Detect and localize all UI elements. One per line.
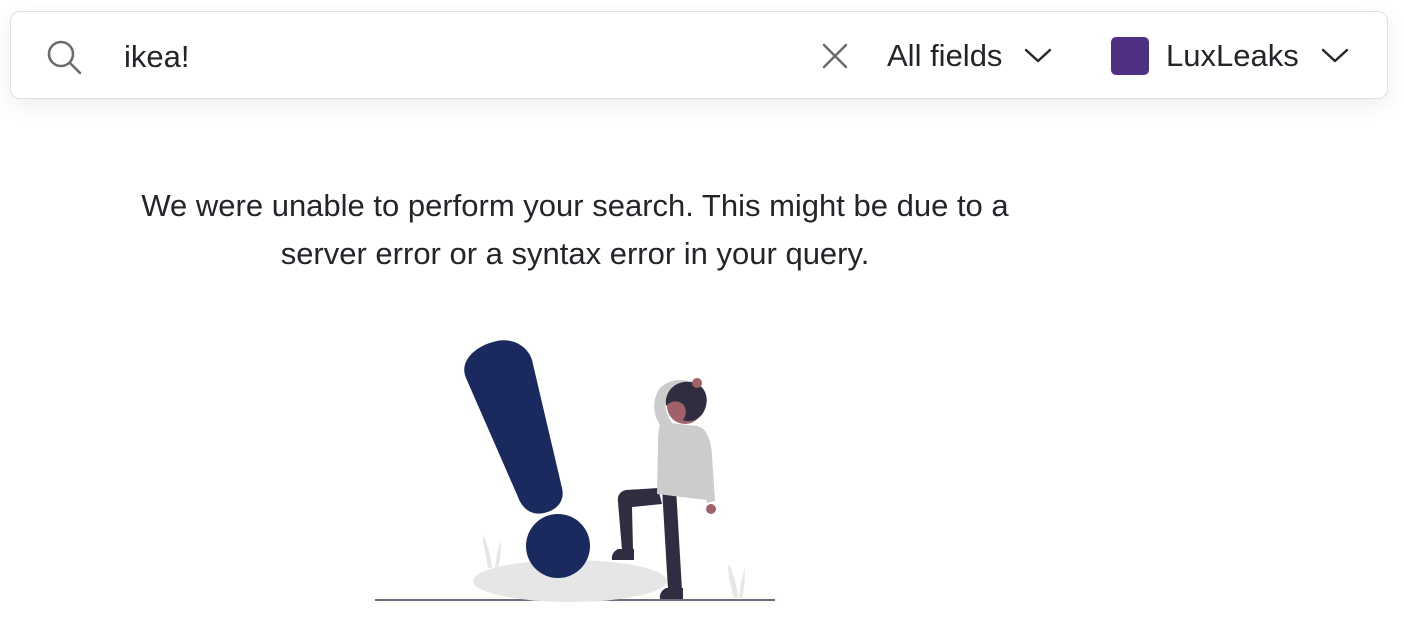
search-error-message: We were unable to perform your search. T… bbox=[141, 188, 1009, 271]
dataset-label: LuxLeaks bbox=[1166, 38, 1299, 73]
exclamation-dot bbox=[526, 514, 590, 578]
dataset-dropdown[interactable]: LuxLeaks bbox=[1111, 33, 1349, 79]
search-page: All fields LuxLeaks We were unable to pe… bbox=[0, 0, 1404, 634]
chevron-down-icon bbox=[1025, 48, 1052, 63]
error-illustration bbox=[375, 340, 775, 602]
grass-right bbox=[728, 564, 738, 598]
dataset-color-swatch bbox=[1111, 37, 1149, 75]
chevron-down-icon bbox=[1321, 48, 1348, 63]
search-bar: All fields LuxLeaks bbox=[10, 11, 1388, 99]
grass-left-2 bbox=[495, 541, 501, 568]
grass-left bbox=[482, 535, 492, 568]
field-scope-dropdown[interactable]: All fields bbox=[887, 33, 1052, 79]
clear-search-icon[interactable] bbox=[813, 34, 857, 78]
field-scope-label: All fields bbox=[887, 38, 1003, 73]
search-icon[interactable] bbox=[45, 38, 83, 76]
exclamation-bar bbox=[464, 340, 563, 514]
search-input[interactable] bbox=[124, 33, 804, 81]
grass-right-2 bbox=[739, 568, 745, 598]
